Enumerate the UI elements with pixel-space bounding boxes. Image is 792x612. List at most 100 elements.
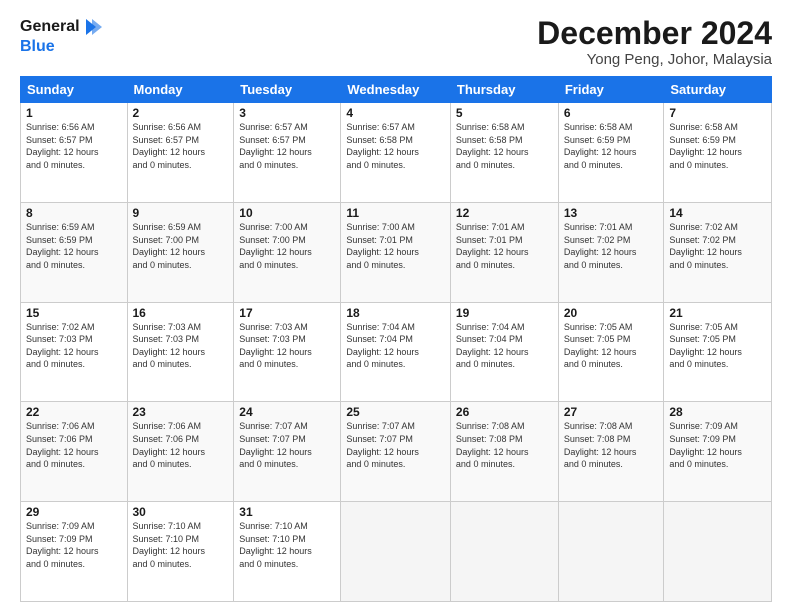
day-number: 27 — [564, 405, 659, 419]
table-cell: 29 Sunrise: 7:09 AM Sunset: 7:09 PM Dayl… — [21, 502, 128, 602]
table-cell: 24 Sunrise: 7:07 AM Sunset: 7:07 PM Dayl… — [234, 402, 341, 502]
table-row: 8 Sunrise: 6:59 AM Sunset: 6:59 PM Dayli… — [21, 202, 772, 302]
table-row: 29 Sunrise: 7:09 AM Sunset: 7:09 PM Dayl… — [21, 502, 772, 602]
day-content: Sunrise: 6:56 AM Sunset: 6:57 PM Dayligh… — [133, 121, 229, 171]
day-content: Sunrise: 7:06 AM Sunset: 7:06 PM Dayligh… — [133, 420, 229, 470]
page: General Blue December 2024 Yong Peng, Jo… — [0, 0, 792, 612]
title-section: December 2024 Yong Peng, Johor, Malaysia — [537, 16, 772, 68]
day-number: 31 — [239, 505, 335, 519]
day-content: Sunrise: 7:08 AM Sunset: 7:08 PM Dayligh… — [456, 420, 553, 470]
day-number: 15 — [26, 306, 122, 320]
day-number: 8 — [26, 206, 122, 220]
table-cell: 8 Sunrise: 6:59 AM Sunset: 6:59 PM Dayli… — [21, 202, 128, 302]
table-cell: 26 Sunrise: 7:08 AM Sunset: 7:08 PM Dayl… — [450, 402, 558, 502]
day-content: Sunrise: 7:05 AM Sunset: 7:05 PM Dayligh… — [564, 321, 659, 371]
table-cell: 9 Sunrise: 6:59 AM Sunset: 7:00 PM Dayli… — [127, 202, 234, 302]
table-cell: 17 Sunrise: 7:03 AM Sunset: 7:03 PM Dayl… — [234, 302, 341, 402]
day-number: 22 — [26, 405, 122, 419]
col-sunday: Sunday — [21, 77, 128, 103]
table-cell — [341, 502, 451, 602]
day-content: Sunrise: 7:05 AM Sunset: 7:05 PM Dayligh… — [669, 321, 766, 371]
day-number: 1 — [26, 106, 122, 120]
table-cell: 13 Sunrise: 7:01 AM Sunset: 7:02 PM Dayl… — [558, 202, 664, 302]
day-number: 10 — [239, 206, 335, 220]
table-cell: 31 Sunrise: 7:10 AM Sunset: 7:10 PM Dayl… — [234, 502, 341, 602]
day-content: Sunrise: 7:09 AM Sunset: 7:09 PM Dayligh… — [669, 420, 766, 470]
calendar-body: 1 Sunrise: 6:56 AM Sunset: 6:57 PM Dayli… — [21, 103, 772, 602]
day-number: 18 — [346, 306, 445, 320]
day-content: Sunrise: 7:00 AM Sunset: 7:00 PM Dayligh… — [239, 221, 335, 271]
day-content: Sunrise: 7:02 AM Sunset: 7:02 PM Dayligh… — [669, 221, 766, 271]
table-cell: 10 Sunrise: 7:00 AM Sunset: 7:00 PM Dayl… — [234, 202, 341, 302]
day-content: Sunrise: 7:10 AM Sunset: 7:10 PM Dayligh… — [133, 520, 229, 570]
table-cell: 23 Sunrise: 7:06 AM Sunset: 7:06 PM Dayl… — [127, 402, 234, 502]
day-content: Sunrise: 6:59 AM Sunset: 7:00 PM Dayligh… — [133, 221, 229, 271]
col-thursday: Thursday — [450, 77, 558, 103]
arrow-icon — [82, 16, 104, 38]
table-cell — [664, 502, 772, 602]
day-number: 26 — [456, 405, 553, 419]
day-content: Sunrise: 7:10 AM Sunset: 7:10 PM Dayligh… — [239, 520, 335, 570]
day-number: 25 — [346, 405, 445, 419]
day-number: 24 — [239, 405, 335, 419]
day-content: Sunrise: 7:00 AM Sunset: 7:01 PM Dayligh… — [346, 221, 445, 271]
day-number: 9 — [133, 206, 229, 220]
day-content: Sunrise: 6:58 AM Sunset: 6:59 PM Dayligh… — [669, 121, 766, 171]
table-cell: 22 Sunrise: 7:06 AM Sunset: 7:06 PM Dayl… — [21, 402, 128, 502]
day-content: Sunrise: 7:06 AM Sunset: 7:06 PM Dayligh… — [26, 420, 122, 470]
day-number: 29 — [26, 505, 122, 519]
col-friday: Friday — [558, 77, 664, 103]
day-content: Sunrise: 7:02 AM Sunset: 7:03 PM Dayligh… — [26, 321, 122, 371]
col-saturday: Saturday — [664, 77, 772, 103]
day-content: Sunrise: 7:04 AM Sunset: 7:04 PM Dayligh… — [456, 321, 553, 371]
table-cell: 15 Sunrise: 7:02 AM Sunset: 7:03 PM Dayl… — [21, 302, 128, 402]
day-number: 3 — [239, 106, 335, 120]
header: General Blue December 2024 Yong Peng, Jo… — [20, 16, 772, 68]
day-number: 13 — [564, 206, 659, 220]
col-tuesday: Tuesday — [234, 77, 341, 103]
main-title: December 2024 — [537, 16, 772, 51]
day-content: Sunrise: 7:07 AM Sunset: 7:07 PM Dayligh… — [239, 420, 335, 470]
day-number: 23 — [133, 405, 229, 419]
day-content: Sunrise: 6:57 AM Sunset: 6:58 PM Dayligh… — [346, 121, 445, 171]
day-content: Sunrise: 7:01 AM Sunset: 7:02 PM Dayligh… — [564, 221, 659, 271]
day-content: Sunrise: 7:01 AM Sunset: 7:01 PM Dayligh… — [456, 221, 553, 271]
day-content: Sunrise: 6:58 AM Sunset: 6:58 PM Dayligh… — [456, 121, 553, 171]
table-cell: 25 Sunrise: 7:07 AM Sunset: 7:07 PM Dayl… — [341, 402, 451, 502]
table-cell: 19 Sunrise: 7:04 AM Sunset: 7:04 PM Dayl… — [450, 302, 558, 402]
table-cell — [450, 502, 558, 602]
day-content: Sunrise: 6:56 AM Sunset: 6:57 PM Dayligh… — [26, 121, 122, 171]
table-cell: 1 Sunrise: 6:56 AM Sunset: 6:57 PM Dayli… — [21, 103, 128, 203]
day-number: 28 — [669, 405, 766, 419]
day-number: 6 — [564, 106, 659, 120]
table-cell: 28 Sunrise: 7:09 AM Sunset: 7:09 PM Dayl… — [664, 402, 772, 502]
subtitle: Yong Peng, Johor, Malaysia — [537, 51, 772, 68]
logo: General Blue — [20, 16, 104, 56]
table-cell: 30 Sunrise: 7:10 AM Sunset: 7:10 PM Dayl… — [127, 502, 234, 602]
day-number: 20 — [564, 306, 659, 320]
day-number: 17 — [239, 306, 335, 320]
col-monday: Monday — [127, 77, 234, 103]
day-content: Sunrise: 7:07 AM Sunset: 7:07 PM Dayligh… — [346, 420, 445, 470]
table-row: 15 Sunrise: 7:02 AM Sunset: 7:03 PM Dayl… — [21, 302, 772, 402]
day-number: 5 — [456, 106, 553, 120]
day-number: 2 — [133, 106, 229, 120]
table-cell: 27 Sunrise: 7:08 AM Sunset: 7:08 PM Dayl… — [558, 402, 664, 502]
day-content: Sunrise: 7:04 AM Sunset: 7:04 PM Dayligh… — [346, 321, 445, 371]
table-cell: 20 Sunrise: 7:05 AM Sunset: 7:05 PM Dayl… — [558, 302, 664, 402]
day-content: Sunrise: 7:03 AM Sunset: 7:03 PM Dayligh… — [133, 321, 229, 371]
day-content: Sunrise: 7:03 AM Sunset: 7:03 PM Dayligh… — [239, 321, 335, 371]
table-cell: 11 Sunrise: 7:00 AM Sunset: 7:01 PM Dayl… — [341, 202, 451, 302]
day-number: 16 — [133, 306, 229, 320]
table-cell: 4 Sunrise: 6:57 AM Sunset: 6:58 PM Dayli… — [341, 103, 451, 203]
table-cell: 2 Sunrise: 6:56 AM Sunset: 6:57 PM Dayli… — [127, 103, 234, 203]
table-cell: 18 Sunrise: 7:04 AM Sunset: 7:04 PM Dayl… — [341, 302, 451, 402]
day-content: Sunrise: 6:58 AM Sunset: 6:59 PM Dayligh… — [564, 121, 659, 171]
table-cell: 6 Sunrise: 6:58 AM Sunset: 6:59 PM Dayli… — [558, 103, 664, 203]
day-content: Sunrise: 6:57 AM Sunset: 6:57 PM Dayligh… — [239, 121, 335, 171]
table-cell: 21 Sunrise: 7:05 AM Sunset: 7:05 PM Dayl… — [664, 302, 772, 402]
table-row: 22 Sunrise: 7:06 AM Sunset: 7:06 PM Dayl… — [21, 402, 772, 502]
day-content: Sunrise: 6:59 AM Sunset: 6:59 PM Dayligh… — [26, 221, 122, 271]
day-number: 11 — [346, 206, 445, 220]
day-content: Sunrise: 7:08 AM Sunset: 7:08 PM Dayligh… — [564, 420, 659, 470]
